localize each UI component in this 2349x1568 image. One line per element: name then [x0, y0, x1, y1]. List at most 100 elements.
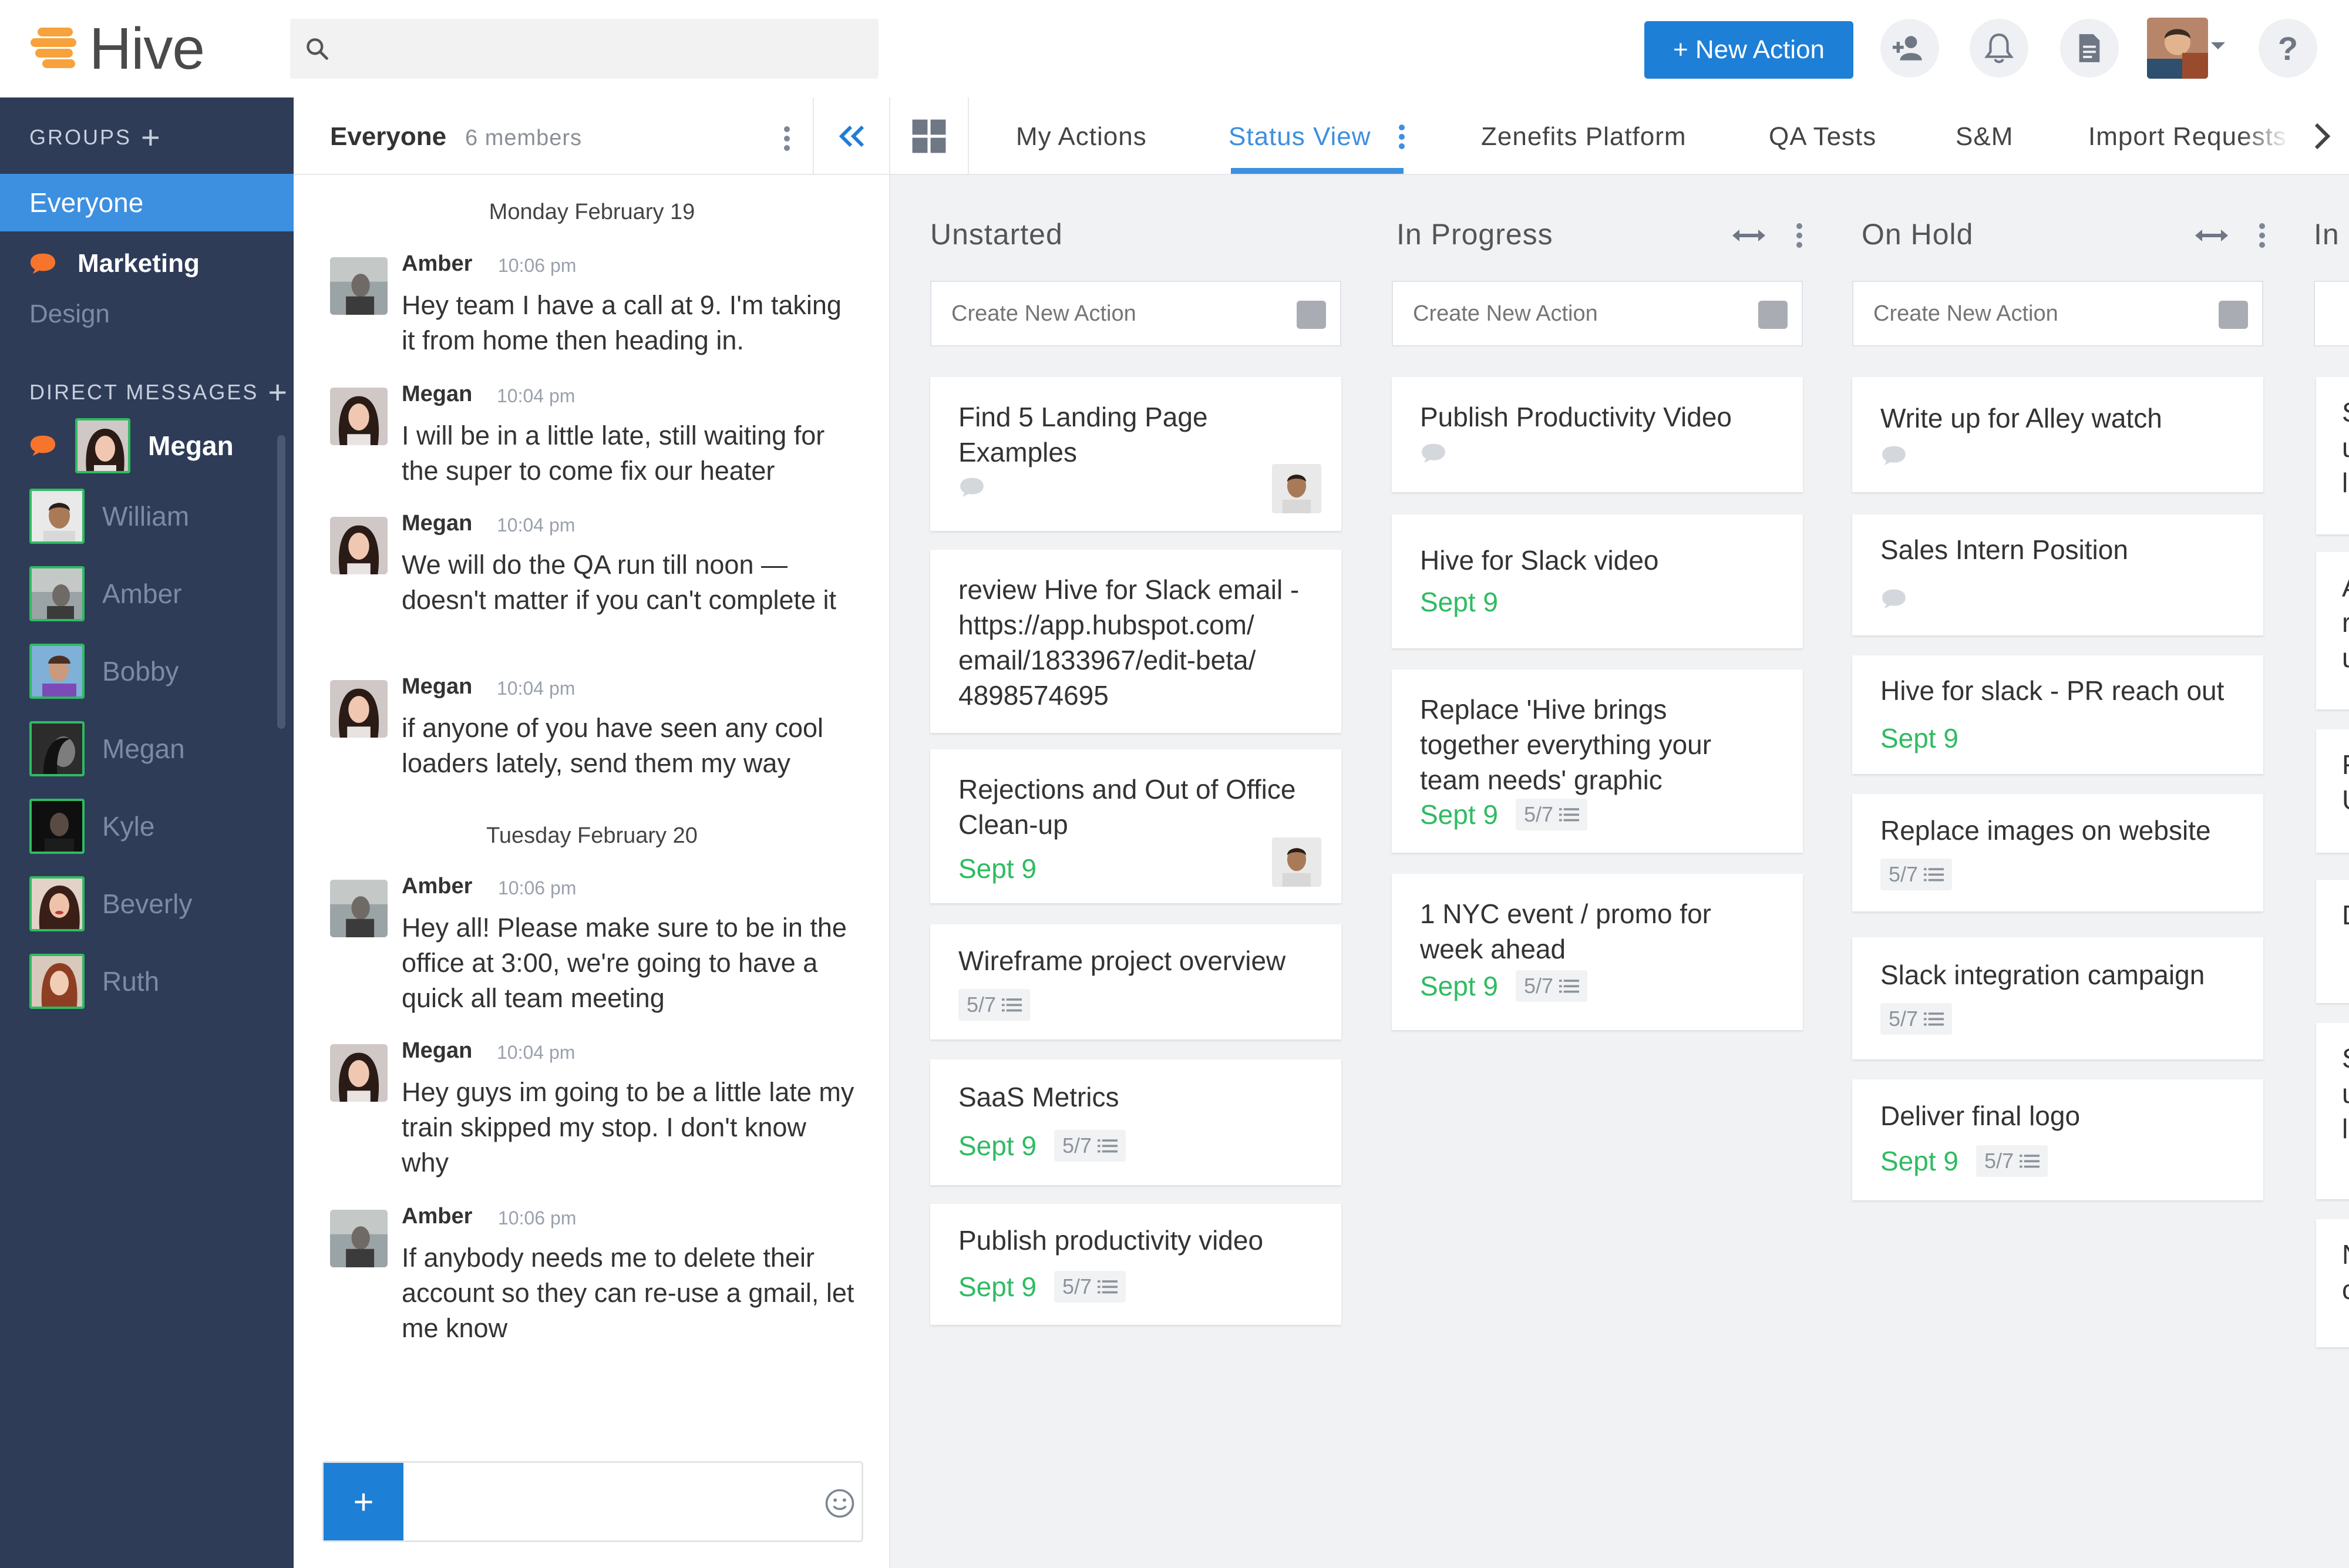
dm-item-beverly[interactable]: Beverly: [29, 876, 192, 931]
action-card[interactable]: 1 NYC event / promo for week ahead Sept …: [1392, 874, 1803, 1030]
due-date: Sept 9: [958, 1130, 1036, 1161]
action-card-partial[interactable]: D: [2316, 880, 2349, 1003]
subtask-count: 5/7: [1976, 1145, 2048, 1177]
emoji-icon[interactable]: [824, 1488, 856, 1519]
action-card-partial[interactable]: F U: [2316, 729, 2349, 853]
dm-item-ruth[interactable]: Ruth: [29, 954, 159, 1009]
action-card-partial[interactable]: A r u: [2316, 552, 2349, 709]
hive-logo[interactable]: Hive: [31, 19, 205, 78]
card-title: SaaS Metrics: [958, 1082, 1119, 1112]
chat-message: Megan 10:04 pm Hey guys im going to be a…: [330, 1038, 859, 1191]
avatar: [330, 880, 388, 937]
sidebar: GROUPS + Everyone Marketing Design DIREC…: [0, 97, 294, 1568]
action-card[interactable]: Find 5 Landing Page Examples: [930, 377, 1341, 531]
assignee-avatar[interactable]: [1272, 464, 1321, 513]
add-group-icon[interactable]: +: [141, 121, 160, 154]
create-action-submit-icon[interactable]: [2219, 301, 2248, 329]
column-title-partial: In: [2314, 218, 2340, 251]
action-card-partial[interactable]: N c: [2316, 1219, 2349, 1347]
sidebar-item-everyone[interactable]: Everyone: [0, 174, 294, 231]
tab-my-actions[interactable]: My Actions: [1016, 122, 1147, 152]
help-button[interactable]: ?: [2259, 19, 2317, 78]
comment-icon[interactable]: [958, 477, 985, 498]
action-card-partial[interactable]: S u l: [2316, 1023, 2349, 1199]
new-action-button[interactable]: + New Action: [1644, 21, 1853, 79]
assignee-avatar[interactable]: [1272, 837, 1321, 887]
create-action-submit-icon[interactable]: [1297, 301, 1326, 329]
create-action-field[interactable]: [1392, 281, 1803, 346]
tabs-fade: [2241, 97, 2349, 174]
collapse-chat-button[interactable]: [813, 97, 890, 175]
comment-icon[interactable]: [1880, 445, 1907, 466]
sidebar-item-marketing[interactable]: Marketing: [29, 249, 200, 278]
dm-item-megan-2[interactable]: Megan: [29, 721, 185, 776]
member-count[interactable]: 6 members: [465, 126, 582, 151]
action-card[interactable]: review Hive for Slack email - https://ap…: [930, 550, 1341, 733]
action-card[interactable]: Replace images on website 5/7: [1852, 794, 2263, 911]
add-direct-message-icon[interactable]: +: [268, 376, 287, 409]
dm-item-megan[interactable]: Megan: [29, 418, 234, 473]
card-title: Publish Productivity Video: [1420, 402, 1732, 432]
action-card[interactable]: Hive for Slack video Sept 9: [1392, 514, 1803, 648]
sidebar-scrollbar[interactable]: [277, 435, 285, 729]
attach-button[interactable]: +: [324, 1463, 403, 1540]
action-card[interactable]: Publish Productivity Video: [1392, 377, 1803, 492]
tab-qa-tests[interactable]: QA Tests: [1769, 122, 1876, 152]
subtask-count: 5/7: [1516, 970, 1588, 1002]
tab-s-and-m[interactable]: S&M: [1956, 122, 2013, 152]
chevron-right-icon[interactable]: [2311, 121, 2333, 152]
action-card[interactable]: Sales Intern Position: [1852, 514, 2263, 635]
action-card[interactable]: Write up for Alley watch: [1852, 377, 2263, 492]
notifications-button[interactable]: [1970, 19, 2028, 78]
expand-column-icon[interactable]: [1732, 228, 1765, 243]
card-title: Replace images on website: [1880, 815, 2211, 846]
action-card[interactable]: Slack integration campaign 5/7: [1852, 937, 2263, 1059]
column-options-icon[interactable]: [2256, 221, 2268, 250]
column-options-icon[interactable]: [1793, 221, 1805, 250]
create-action-field[interactable]: [1852, 281, 2263, 346]
create-action-input[interactable]: [951, 301, 1280, 327]
avatar: [29, 644, 85, 699]
user-avatar[interactable]: [2147, 18, 2208, 79]
due-date: Sept 9: [958, 853, 1036, 884]
comment-icon[interactable]: [1880, 588, 1907, 610]
action-card[interactable]: Replace 'Hive brings together everything…: [1392, 669, 1803, 853]
invite-user-button[interactable]: [1880, 19, 1939, 78]
avatar: [29, 566, 85, 621]
expand-column-icon[interactable]: [2195, 228, 2228, 243]
action-card[interactable]: Hive for slack - PR reach out Sept 9: [1852, 655, 2263, 774]
files-button[interactable]: [2060, 19, 2119, 78]
dm-item-william[interactable]: William: [29, 489, 189, 544]
message-time: 10:04 pm: [497, 385, 576, 406]
sidebar-item-design[interactable]: Design: [29, 300, 110, 329]
action-card[interactable]: Rejections and Out of Office Clean-up Se…: [930, 749, 1341, 903]
search-input[interactable]: [342, 35, 879, 62]
action-card[interactable]: Deliver final logo Sept 9 5/7: [1852, 1079, 2263, 1200]
create-action-input[interactable]: [1873, 301, 2202, 327]
create-action-submit-icon[interactable]: [1758, 301, 1788, 329]
avatar: [330, 517, 388, 574]
subtask-count: 5/7: [1516, 799, 1588, 830]
chevron-down-icon[interactable]: [2209, 40, 2227, 52]
create-action-field-partial[interactable]: [2314, 281, 2349, 346]
tab-zenefits-platform[interactable]: Zenefits Platform: [1481, 122, 1687, 152]
create-action-input[interactable]: [1413, 301, 1742, 327]
search-bar[interactable]: [290, 19, 879, 79]
action-card[interactable]: SaaS Metrics Sept 9 5/7: [930, 1059, 1341, 1185]
avatar: [330, 1210, 388, 1267]
dm-item-bobby[interactable]: Bobby: [29, 644, 179, 699]
action-card[interactable]: Publish productivity video Sept 9 5/7: [930, 1204, 1341, 1325]
dm-item-amber[interactable]: Amber: [29, 566, 181, 621]
tab-status-view[interactable]: Status View: [1229, 122, 1371, 152]
tab-options-icon[interactable]: [1393, 122, 1411, 152]
action-card-partial[interactable]: S u l: [2316, 377, 2349, 534]
checklist-icon: [1924, 868, 1944, 881]
comment-icon[interactable]: [1420, 443, 1447, 464]
create-action-field[interactable]: [930, 281, 1341, 346]
action-card[interactable]: Wireframe project overview 5/7: [930, 924, 1341, 1039]
message-input[interactable]: [418, 1480, 793, 1522]
projects-grid-button[interactable]: [890, 97, 969, 175]
dm-item-kyle[interactable]: Kyle: [29, 799, 154, 854]
subtask-count: 5/7: [1054, 1130, 1126, 1162]
chat-options-icon[interactable]: [775, 121, 799, 156]
